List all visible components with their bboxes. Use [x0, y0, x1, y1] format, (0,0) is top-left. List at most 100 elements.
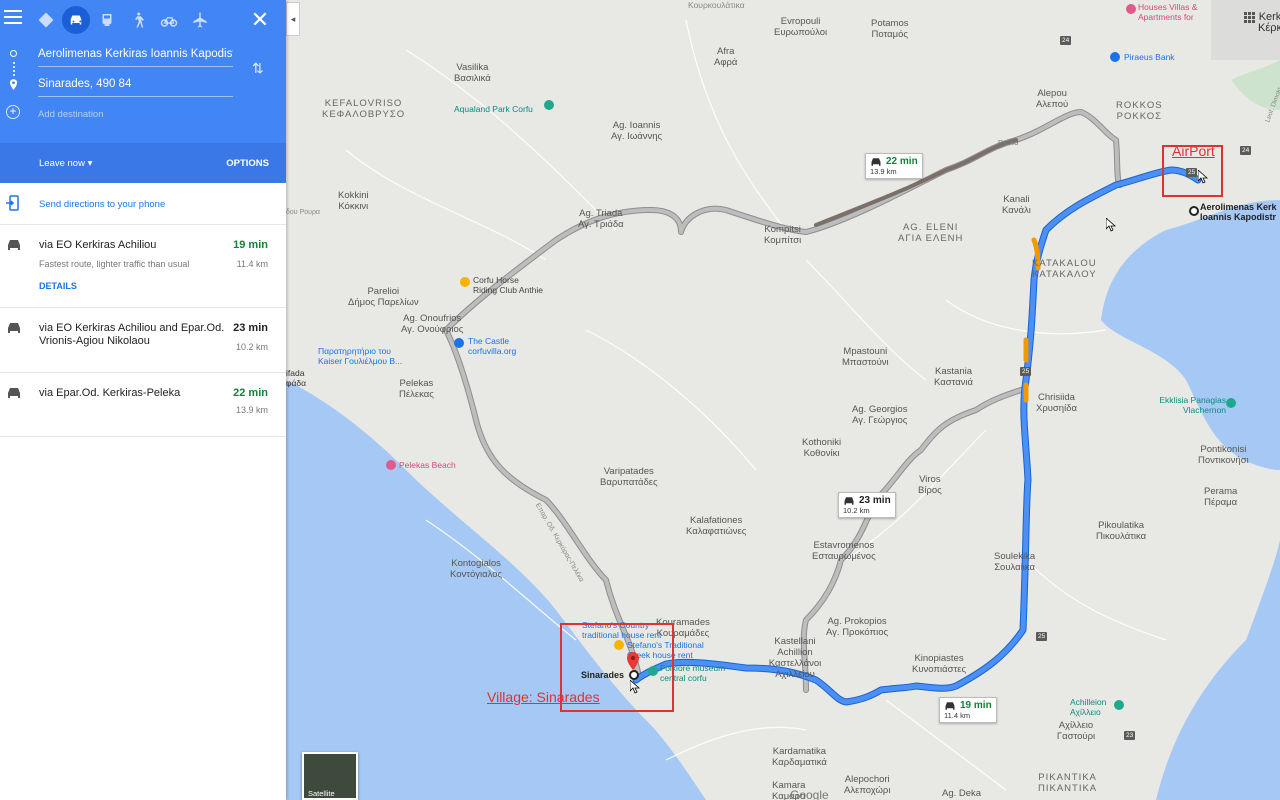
poi-kaiser[interactable]: Παρατηρητήριο του Kaiser Γουλιέλμου Β...	[318, 346, 402, 366]
poi-vlachernon[interactable]: Ekklisia Panagias Vlachernon	[1156, 395, 1226, 415]
satellite-toggle[interactable]: Satellite	[302, 752, 358, 800]
travel-mode-bar	[0, 6, 286, 34]
place-label: Ag. Georgios Αγ. Γεώργιος	[852, 404, 908, 426]
place-label: PIKANTIKA ΠΙΚΑΝΤΙΚΑ	[1038, 772, 1098, 794]
place-label: Perama Πέραμα	[1204, 486, 1238, 508]
road-shield: 24	[1060, 36, 1072, 45]
badge-distance: 13.9 km	[870, 167, 897, 176]
options-button[interactable]: OPTIONS	[226, 158, 269, 169]
route-distance: 11.4 km	[236, 259, 268, 269]
place-label: Kinopiastes Κυνοπιάστες	[912, 653, 967, 675]
car-icon	[871, 158, 881, 166]
car-icon	[8, 388, 20, 398]
route-badge-alt-2[interactable]: 22 min 13.9 km	[865, 153, 923, 179]
place-label: ifada φάδα	[286, 368, 307, 388]
church-icon[interactable]	[1226, 398, 1236, 408]
route-badge-fastest[interactable]: 19 min 11.4 km	[939, 697, 997, 723]
place-label: ROKKOS ΡΟΚΚΟΣ	[1116, 100, 1163, 122]
bank-icon[interactable]	[1110, 52, 1120, 62]
place-label: Αχίλλειο Γαστούρι	[1056, 720, 1096, 742]
badge-distance: 11.4 km	[944, 711, 971, 720]
poi-houses[interactable]: Houses Villas & Apartments for	[1138, 2, 1197, 22]
details-link[interactable]: DETAILS	[39, 281, 77, 291]
route-name: via EO Kerkiras Achiliou and Epar.Od. Vr…	[39, 322, 225, 347]
place-label: Evropouli Ευρωπούλοι	[774, 16, 828, 38]
place-label: Chrisiida Χρυσηίδα	[1036, 392, 1077, 414]
place-label: Varipatades Βαρυπατάδες	[600, 466, 658, 488]
satellite-label: Satellite	[308, 789, 335, 798]
car-icon	[844, 497, 854, 505]
route-subtitle: Fastest route, lighter traffic than usua…	[39, 259, 190, 269]
park-icon[interactable]	[544, 100, 554, 110]
place-label: Vasilika Βασιλικά	[454, 62, 491, 84]
place-label: Alepou Αλεπού	[1036, 88, 1069, 110]
place-label: Ag. Onoufrios Αγ. Ονούφριος	[401, 313, 464, 335]
lodging-icon[interactable]	[454, 338, 464, 348]
origin-marker-icon[interactable]	[1189, 206, 1199, 216]
poi-pelekas-beach[interactable]: Pelekas Beach	[399, 460, 456, 470]
transit-mode-icon[interactable]	[93, 6, 121, 34]
driving-mode-icon[interactable]	[62, 6, 90, 34]
place-label: Ag. Prokopios Αγ. Προκόπιος	[826, 616, 889, 638]
swap-icon[interactable]: ⇅	[252, 60, 264, 77]
leave-options-bar: Leave now ▾ OPTIONS	[0, 143, 286, 183]
directions-header: ✕ + Aerolimenas Kerkiras Ioannis Kapodis…	[0, 0, 286, 143]
poi-piraeus[interactable]: Piraeus Bank	[1124, 52, 1175, 62]
place-label: Ag. Triada Αγ. Τριάδα	[578, 208, 624, 230]
poi-riding-club[interactable]: Corfu Horse Riding Club Anthie	[473, 275, 543, 295]
place-label: Κουρκουλάτικα	[688, 0, 745, 10]
road-shield: 25	[1036, 632, 1048, 641]
road-shield: 25	[1020, 367, 1032, 376]
poi-achilleion[interactable]: Achilleion Αχίλλειο	[1070, 697, 1106, 717]
best-mode-icon[interactable]	[32, 6, 60, 34]
cycling-mode-icon[interactable]	[155, 6, 183, 34]
close-icon[interactable]: ✕	[248, 6, 272, 34]
museum-icon[interactable]	[1114, 700, 1124, 710]
route-time: 22 min	[233, 387, 268, 399]
add-destination-field[interactable]: Add destination	[38, 109, 233, 126]
beach-icon[interactable]	[386, 460, 396, 470]
origin-field[interactable]: Aerolimenas Kerkiras Ioannis Kapodistr	[38, 48, 233, 67]
badge-distance: 10.2 km	[843, 506, 870, 515]
add-destination-icon[interactable]: +	[6, 105, 20, 119]
place-label: Pelekas Πέλεκας	[399, 378, 434, 400]
poi-castle[interactable]: The Castle corfuvilla.org	[468, 336, 516, 356]
airport-annotation: AirPort	[1172, 143, 1215, 159]
route-option-2[interactable]: via EO Kerkiras Achiliou and Epar.Od. Vr…	[0, 308, 286, 373]
poi-aqualand[interactable]: Aqualand Park Corfu	[454, 104, 533, 114]
riding-icon[interactable]	[460, 277, 470, 287]
map-canvas[interactable]: ◂ Evropouli Ευρωπούλοι Potamos Ποταμός Afr…	[286, 0, 1280, 800]
road-label: Ρούτα	[998, 138, 1019, 147]
place-label: Kompitsi Κομπίτσι	[764, 224, 802, 246]
road-label: δου Ρουρα	[286, 209, 320, 216]
road-shield: 24	[1240, 146, 1252, 155]
directions-panel: ✕ + Aerolimenas Kerkiras Ioannis Kapodis…	[0, 0, 286, 800]
route-option-1[interactable]: via EO Kerkiras Achiliou 19 min 11.4 km …	[0, 225, 286, 308]
route-badge-alt-1[interactable]: 23 min 10.2 km	[838, 492, 896, 518]
send-to-phone[interactable]: Send directions to your phone	[0, 183, 286, 225]
place-label: Ag. Deka	[942, 788, 982, 799]
place-label: Alepochori Αλεποχώρι	[844, 774, 891, 796]
place-label: AG. ELENI ΑΓΙΑ ΕΛΕΝΗ	[898, 222, 964, 244]
lodging-icon[interactable]	[1126, 4, 1136, 14]
place-label: Kokkini Κόκκινι	[338, 190, 369, 212]
place-label: Kalafationes Καλαφατιώνες	[686, 515, 747, 537]
place-label: Potamos Ποταμός	[871, 18, 909, 40]
destination-field[interactable]: Sinarades, 490 84	[38, 78, 233, 97]
place-label: Pontikonisi Ποντικονήσι	[1198, 444, 1249, 466]
poi-airport[interactable]: Aerolimenas Kerk Ioannis Kapodistr	[1200, 202, 1277, 222]
destination-pin-icon	[9, 79, 18, 90]
leave-now-dropdown[interactable]: Leave now ▾	[39, 158, 92, 169]
flights-mode-icon[interactable]	[186, 6, 214, 34]
walking-mode-icon[interactable]	[124, 6, 152, 34]
place-label: Soulekika Σουλαίικα	[994, 551, 1036, 573]
collapse-panel-button[interactable]: ◂	[286, 2, 300, 36]
place-label: Pikoulatika Πικουλάτικα	[1096, 520, 1147, 542]
place-label: KATAKALOU ΚΑΤΑΚΑΛΟΥ	[1032, 258, 1097, 280]
apps-grid-icon[interactable]	[1244, 12, 1258, 26]
place-label: Kastania Καστανιά	[934, 366, 974, 388]
place-label: Ag. Ioannis Αγ. Ιωάννης	[611, 120, 663, 142]
place-label: Afra Αφρά	[714, 46, 738, 68]
cursor-icon	[1106, 218, 1116, 232]
route-option-3[interactable]: via Epar.Od. Kerkiras-Peleka 22 min 13.9…	[0, 373, 286, 437]
